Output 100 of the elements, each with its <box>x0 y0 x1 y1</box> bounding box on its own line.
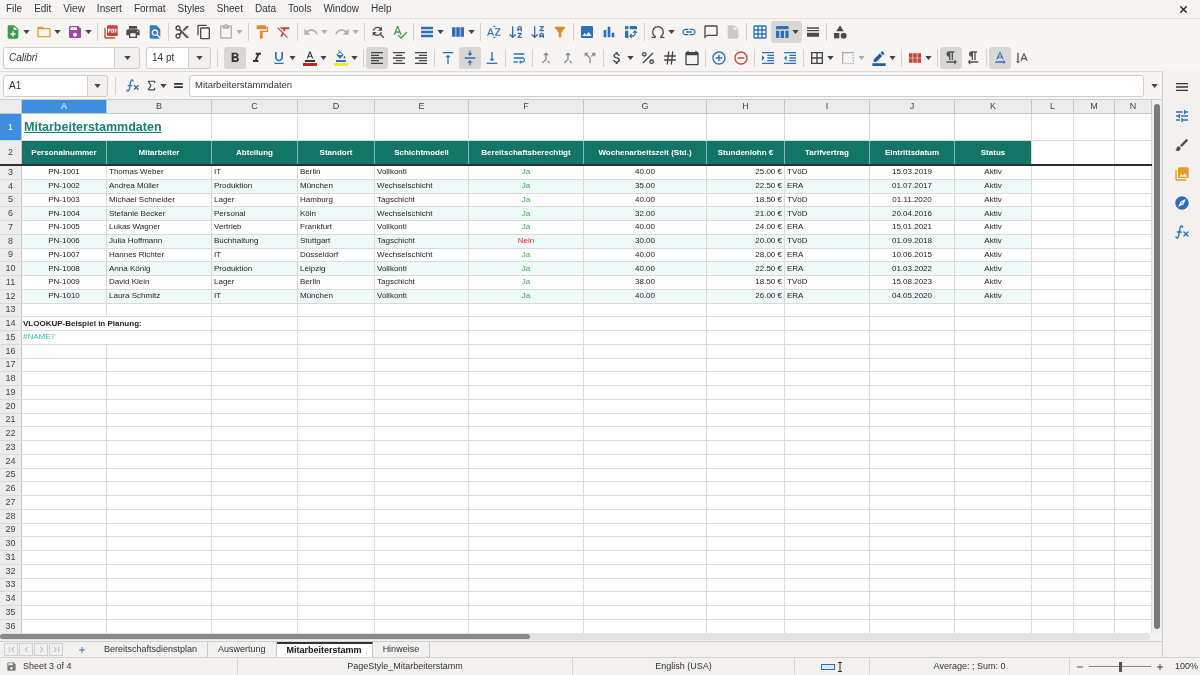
header-cell[interactable]: Mitarbeiter <box>107 141 211 164</box>
language-text[interactable]: English (USA) <box>655 662 712 671</box>
header-cell[interactable]: Bereitschaftsberechtigt <box>469 141 583 164</box>
spreadsheet-cell[interactable]: ERA <box>785 248 869 262</box>
spreadsheet-cell[interactable]: Wechselschicht <box>375 207 468 220</box>
row-header[interactable]: 3 <box>0 166 21 179</box>
spreadsheet-cell[interactable]: 25.00 € <box>707 166 784 179</box>
spreadsheet-cell[interactable]: 01.03.2022 <box>870 262 954 275</box>
spreadsheet-cell[interactable]: ERA <box>785 262 869 275</box>
spreadsheet-cell[interactable]: 38.00 <box>584 276 706 289</box>
column-header[interactable]: B <box>107 100 211 113</box>
header-cell[interactable]: Abteilung <box>212 141 297 164</box>
spreadsheet-cell[interactable]: Michael Schneider <box>107 193 211 207</box>
spreadsheet-cell[interactable]: 15.01.2021 <box>870 221 954 234</box>
column-header[interactable]: G <box>584 100 706 113</box>
header-cell[interactable]: Standort <box>298 141 374 164</box>
spreadsheet-cell[interactable]: PN-1003 <box>22 193 106 207</box>
spreadsheet-cell[interactable]: TVöD <box>785 193 869 207</box>
row-header[interactable]: 14 <box>0 317 21 330</box>
column-header[interactable]: M <box>1074 100 1114 113</box>
horizontal-scrollbar[interactable] <box>0 633 1150 641</box>
menu-item[interactable]: Window <box>317 4 365 14</box>
spreadsheet-cell[interactable]: 40.00 <box>584 166 706 179</box>
left-to-right-button[interactable] <box>940 46 962 69</box>
spreadsheet-cell[interactable]: Vertrieb <box>212 221 297 234</box>
column-header[interactable]: H <box>707 100 784 113</box>
spreadsheet-cell[interactable]: Tagschicht <box>375 276 468 289</box>
row-header[interactable]: 10 <box>0 262 21 275</box>
column-header[interactable]: J <box>870 100 954 113</box>
spreadsheet-cell[interactable]: David Klein <box>107 276 211 289</box>
row-header[interactable]: 30 <box>0 537 21 550</box>
spreadsheet-cell[interactable]: Aktiv <box>955 166 1031 179</box>
spreadsheet-cell[interactable]: Tagschicht <box>375 193 468 207</box>
align-middle-button[interactable] <box>459 46 481 69</box>
column-header[interactable]: C <box>212 100 297 113</box>
spreadsheet-cell[interactable]: Berlin <box>298 276 374 289</box>
spreadsheet-cell[interactable]: Berlin <box>298 166 374 179</box>
spreadsheet-cell[interactable]: Frankfurt <box>298 221 374 234</box>
spreadsheet-cell[interactable]: 18.50 € <box>707 193 784 207</box>
header-cell[interactable]: Tarifvertrag <box>785 141 869 164</box>
spreadsheet-cell[interactable]: Vollkonti <box>375 221 468 234</box>
menu-item[interactable]: File <box>0 4 29 14</box>
spreadsheet-cell[interactable]: Anna König <box>107 262 211 275</box>
spreadsheet-cell[interactable]: PN-1004 <box>22 207 106 220</box>
column-header[interactable]: D <box>298 100 374 113</box>
row-header[interactable]: 35 <box>0 606 21 619</box>
column-header[interactable]: I <box>785 100 869 113</box>
column-header[interactable]: L <box>1032 100 1073 113</box>
spreadsheet-cell[interactable]: Aktiv <box>955 248 1031 262</box>
name-box-field[interactable]: A1 <box>3 74 88 97</box>
row-header[interactable]: 23 <box>0 441 21 454</box>
menu-item[interactable]: Edit <box>28 4 58 14</box>
menu-item[interactable]: Data <box>248 4 283 14</box>
formula-input-field[interactable]: Mitarbeiterstammdaten <box>189 74 1144 97</box>
spreadsheet-cell[interactable]: 32.00 <box>584 207 706 220</box>
spreadsheet-cell[interactable]: Köln <box>298 207 374 220</box>
header-cell[interactable]: Eintrittsdatum <box>870 141 954 164</box>
spreadsheet-cell[interactable]: 40.00 <box>584 193 706 207</box>
spreadsheet-cell[interactable]: 22.50 € <box>707 262 784 275</box>
spreadsheet-cell[interactable]: Stefanie Becker <box>107 207 211 220</box>
spreadsheet-cell[interactable]: PN-1001 <box>22 166 106 179</box>
spreadsheet-cell[interactable]: Hamburg <box>298 193 374 207</box>
spreadsheet-cell[interactable]: PN-1007 <box>22 248 106 262</box>
spreadsheet-cell[interactable]: 24.00 € <box>707 221 784 234</box>
spreadsheet-cell[interactable]: Vollkonti <box>375 262 468 275</box>
font-size-field[interactable]: 14 pt <box>146 46 189 69</box>
spreadsheet-cell[interactable]: Aktiv <box>955 221 1031 234</box>
spreadsheet-cell[interactable]: 20.04.2016 <box>870 207 954 220</box>
sheet-tab[interactable]: Mitarbeiterstamm <box>276 642 373 657</box>
row-header[interactable]: 22 <box>0 427 21 440</box>
row-header[interactable]: 31 <box>0 551 21 564</box>
row-header[interactable]: 6 <box>0 207 21 220</box>
row-header[interactable]: 27 <box>0 496 21 509</box>
header-cell[interactable]: Personalnummer <box>22 141 106 164</box>
name-box-dropdown-button[interactable] <box>88 74 108 97</box>
spreadsheet-cell[interactable]: PN-1008 <box>22 262 106 275</box>
spreadsheet-cell[interactable]: Aktiv <box>955 262 1031 275</box>
spreadsheet-cell[interactable]: Leipzig <box>298 262 374 275</box>
spreadsheet-cell[interactable]: Lager <box>212 193 297 207</box>
row-header[interactable]: 7 <box>0 221 21 234</box>
spreadsheet-cell[interactable]: Thomas Weber <box>107 166 211 179</box>
spreadsheet-cell[interactable]: 40.00 <box>584 221 706 234</box>
spreadsheet-cell[interactable]: 40.00 <box>584 248 706 262</box>
row-header[interactable]: 34 <box>0 592 21 605</box>
header-cell[interactable]: Status <box>955 141 1031 164</box>
spreadsheet-cell[interactable]: Düsseldorf <box>298 248 374 262</box>
menu-item[interactable]: Insert <box>90 4 128 14</box>
spreadsheet-cell[interactable]: ERA <box>785 221 869 234</box>
spreadsheet-cell[interactable]: TVöD <box>785 166 869 179</box>
zoom-level-text[interactable]: 100% <box>1175 662 1199 671</box>
spreadsheet-cell[interactable]: Wechselschicht <box>375 248 468 262</box>
menu-item[interactable]: Tools <box>282 4 318 14</box>
font-name-field[interactable]: Calibri <box>3 46 115 69</box>
spreadsheet-cell[interactable]: 01.11.2020 <box>870 193 954 207</box>
spreadsheet-cell[interactable]: 18.50 € <box>707 276 784 289</box>
spreadsheet-cell[interactable]: 28.00 € <box>707 248 784 262</box>
column-header[interactable]: K <box>955 100 1031 113</box>
spreadsheet-cell[interactable]: 15.08.2023 <box>870 276 954 289</box>
column-header[interactable]: E <box>375 100 468 113</box>
header-cell[interactable]: Wochenarbeitszeit (Std.) <box>584 141 706 164</box>
